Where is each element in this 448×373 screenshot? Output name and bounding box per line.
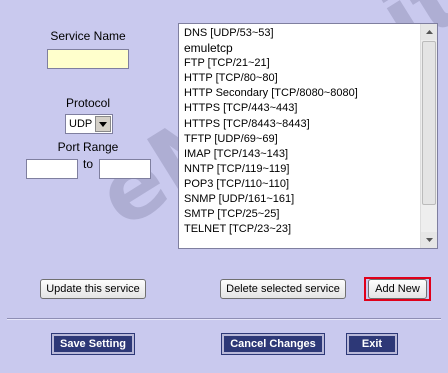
service-list-item[interactable]: SNMP [UDP/161~161]: [184, 192, 422, 207]
service-list-item[interactable]: HTTP Secondary [TCP/8080~8080]: [184, 86, 422, 101]
delete-service-button[interactable]: Delete selected service: [220, 279, 346, 299]
port-end-input[interactable]: [99, 159, 151, 179]
protocol-select-value: UDP: [69, 118, 93, 130]
service-list-item[interactable]: FTP [TCP/21~21]: [184, 56, 422, 71]
protocol-select[interactable]: UDP: [65, 114, 113, 134]
service-list-item[interactable]: TELNET [TCP/23~23]: [184, 222, 422, 237]
service-list-item[interactable]: emuletcp: [184, 41, 422, 56]
service-list-item[interactable]: NNTP [TCP/119~119]: [184, 162, 422, 177]
chevron-up-icon: [425, 30, 433, 34]
service-list-item[interactable]: HTTPS [TCP/8443~8443]: [184, 117, 422, 132]
port-start-input[interactable]: [26, 159, 78, 179]
service-list-item[interactable]: TFTP [UDP/69~69]: [184, 132, 422, 147]
divider: [7, 318, 441, 320]
service-list-item[interactable]: DNS [UDP/53~53]: [184, 26, 422, 41]
protocol-label: Protocol: [65, 96, 111, 110]
service-list-item[interactable]: SMTP [TCP/25~25]: [184, 207, 422, 222]
scrollbar[interactable]: [420, 24, 437, 248]
add-new-button[interactable]: Add New: [368, 279, 427, 299]
port-to-label: to: [82, 157, 93, 171]
service-listbox[interactable]: DNS [UDP/53~53] emuletcp FTP [TCP/21~21] HT…: [178, 23, 438, 249]
scroll-down-button[interactable]: [421, 232, 437, 248]
service-list-item[interactable]: POP3 [TCP/110~110]: [184, 177, 422, 192]
service-list-item[interactable]: HTTP [TCP/80~80]: [184, 71, 422, 86]
chevron-down-icon[interactable]: [95, 116, 111, 132]
cancel-changes-button[interactable]: Cancel Changes: [221, 333, 325, 355]
port-range-label: Port Range: [57, 140, 119, 154]
service-list-item[interactable]: HTTPS [TCP/443~443]: [184, 101, 422, 116]
scroll-up-button[interactable]: [421, 24, 437, 40]
scroll-thumb[interactable]: [422, 41, 436, 205]
chevron-down-icon: [425, 238, 433, 242]
service-list-item[interactable]: IMAP [TCP/143~143]: [184, 147, 422, 162]
update-service-button[interactable]: Update this service: [40, 279, 146, 299]
exit-button[interactable]: Exit: [346, 333, 398, 355]
service-name-label: Service Name: [50, 29, 126, 43]
save-setting-button[interactable]: Save Setting: [51, 333, 135, 355]
service-list: DNS [UDP/53~53] emuletcp FTP [TCP/21~21] HT…: [179, 24, 422, 237]
service-name-input[interactable]: [47, 49, 129, 69]
